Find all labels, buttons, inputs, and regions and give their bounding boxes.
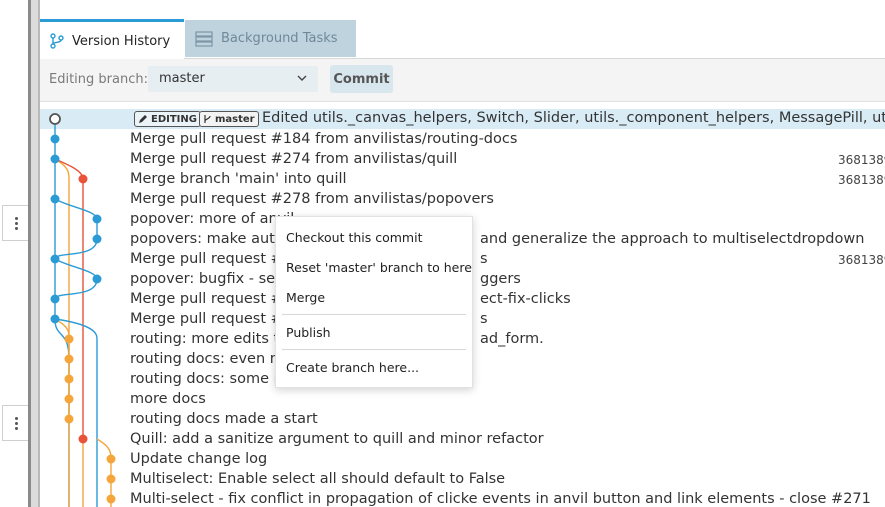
commit-message: Multi-select - fix conflict in propagati… bbox=[130, 491, 871, 507]
commit-message: Merge pull request # bbox=[130, 251, 283, 267]
tab-label: Background Tasks bbox=[221, 31, 338, 46]
git-graph bbox=[49, 113, 116, 507]
commit-node bbox=[78, 434, 88, 444]
commit-row[interactable]: Merge pull request #274 from anvilistas/… bbox=[40, 149, 885, 169]
context-menu: Checkout this commit Reset 'master' bran… bbox=[275, 216, 473, 388]
commit-message: popover: bugfix - sele bbox=[130, 271, 289, 287]
chevron-down-icon bbox=[296, 72, 308, 88]
branch-badge: master bbox=[199, 111, 259, 127]
commit-message: popover: more of anvil bbox=[130, 211, 295, 227]
commit-node bbox=[50, 314, 60, 324]
commit-node bbox=[64, 354, 74, 364]
commit-node bbox=[106, 494, 116, 504]
commit-row[interactable]: Merge branch 'main' into quill 3681389 bbox=[40, 169, 885, 189]
commit-message-tail: ggers bbox=[480, 271, 521, 287]
commit-message-tail: ect-fix-clicks bbox=[480, 291, 571, 307]
graph-edge bbox=[54, 318, 70, 419]
commit-row[interactable]: Multiselect: Enable select all should de… bbox=[40, 469, 885, 489]
commit-message: Multiselect: Enable select all should de… bbox=[130, 471, 506, 487]
commit-message: Merge pull request #274 from anvilistas/… bbox=[130, 151, 458, 167]
commit-node bbox=[50, 154, 60, 164]
commit-hash: 3681389 bbox=[838, 153, 885, 167]
commit-row[interactable]: more docs bbox=[40, 389, 885, 409]
editing-badge: EDITING bbox=[134, 111, 201, 127]
commit-message: Merge pull request # bbox=[130, 311, 283, 327]
commit-row[interactable]: Update change log bbox=[40, 449, 885, 469]
commit-node bbox=[78, 174, 88, 184]
commit-hash: 3681389 bbox=[838, 173, 885, 187]
menu-divider bbox=[282, 349, 466, 350]
commit-node bbox=[92, 214, 102, 224]
menu-item-checkout[interactable]: Checkout this commit bbox=[286, 230, 422, 245]
commit-message: Quill: add a sanitize argument to quill … bbox=[130, 431, 544, 447]
branch-icon bbox=[204, 115, 211, 123]
branch-select-value: master bbox=[159, 71, 205, 86]
menu-item-create-branch[interactable]: Create branch here... bbox=[286, 360, 419, 375]
graph-edge bbox=[54, 158, 70, 507]
commit-row[interactable]: Multi-select - fix conflict in propagati… bbox=[40, 489, 885, 507]
commit-message: Merge branch 'main' into quill bbox=[130, 171, 347, 187]
commit-row[interactable]: Merge pull request #278 from anvilistas/… bbox=[40, 189, 885, 209]
commit-message-tail: s bbox=[480, 311, 488, 327]
graph-edge bbox=[54, 198, 98, 260]
commit-node bbox=[92, 274, 102, 284]
commit-row[interactable]: Quill: add a sanitize argument to quill … bbox=[40, 429, 885, 449]
editing-branch-label: Editing branch: bbox=[49, 72, 148, 87]
graph-edge bbox=[54, 318, 98, 507]
commit-node bbox=[64, 414, 74, 424]
commit-message-tail: and generalize the approach to multisele… bbox=[480, 231, 865, 247]
commit-node bbox=[50, 194, 60, 204]
commit-message: routing docs: some m bbox=[130, 371, 288, 387]
commit-row[interactable]: Merge pull request #184 from anvilistas/… bbox=[40, 129, 885, 149]
tab-bar: Version History Background Tasks bbox=[40, 19, 885, 60]
graph-edge bbox=[54, 119, 70, 507]
menu-divider bbox=[282, 314, 466, 315]
toolbar: Editing branch: master Commit bbox=[40, 59, 885, 102]
commit-message: more docs bbox=[130, 391, 206, 407]
commit-message: routing: more edits to bbox=[130, 331, 289, 347]
commit-row[interactable]: routing docs made a start bbox=[40, 409, 885, 429]
commit-message: Merge pull request # bbox=[130, 291, 283, 307]
commit-node bbox=[92, 234, 102, 244]
tab-background-tasks[interactable]: Background Tasks bbox=[185, 20, 356, 57]
commit-hash: 3681389 bbox=[838, 253, 885, 267]
branch-select[interactable]: master bbox=[148, 66, 318, 92]
editing-row[interactable]: EDITING master Edited utils._canvas_help… bbox=[40, 109, 885, 129]
tasks-icon bbox=[195, 30, 213, 47]
editing-message: Edited utils._canvas_helpers, Switch, Sl… bbox=[262, 110, 885, 126]
commit-message: popovers: make auto bbox=[130, 231, 284, 247]
commit-message: routing docs: even m bbox=[130, 351, 284, 367]
commit-message: Update change log bbox=[130, 451, 268, 467]
tab-version-history[interactable]: Version History bbox=[40, 19, 184, 60]
branch-icon bbox=[50, 33, 64, 49]
commit-node bbox=[64, 394, 74, 404]
commit-node bbox=[50, 254, 60, 264]
menu-item-publish[interactable]: Publish bbox=[286, 325, 331, 340]
commit-message: routing docs made a start bbox=[130, 411, 318, 427]
pencil-icon bbox=[139, 115, 147, 123]
top-strip bbox=[40, 0, 885, 21]
commit-node bbox=[50, 294, 60, 304]
menu-item-reset-branch[interactable]: Reset 'master' branch to here bbox=[286, 260, 472, 275]
commit-node bbox=[50, 134, 60, 144]
commit-node bbox=[49, 113, 61, 125]
commit-node bbox=[64, 334, 74, 344]
commit-message-tail: s bbox=[480, 251, 488, 267]
commit-message: Merge pull request #184 from anvilistas/… bbox=[130, 131, 518, 147]
menu-item-merge[interactable]: Merge bbox=[286, 290, 325, 305]
commit-button[interactable]: Commit bbox=[330, 65, 393, 93]
commit-message: Merge pull request #278 from anvilistas/… bbox=[130, 191, 494, 207]
tab-label: Version History bbox=[72, 33, 171, 49]
graph-edge bbox=[54, 258, 98, 300]
commit-node bbox=[106, 454, 116, 464]
commit-node bbox=[64, 374, 74, 384]
commit-node bbox=[106, 474, 116, 484]
commit-message-tail: ad_form. bbox=[480, 331, 544, 347]
